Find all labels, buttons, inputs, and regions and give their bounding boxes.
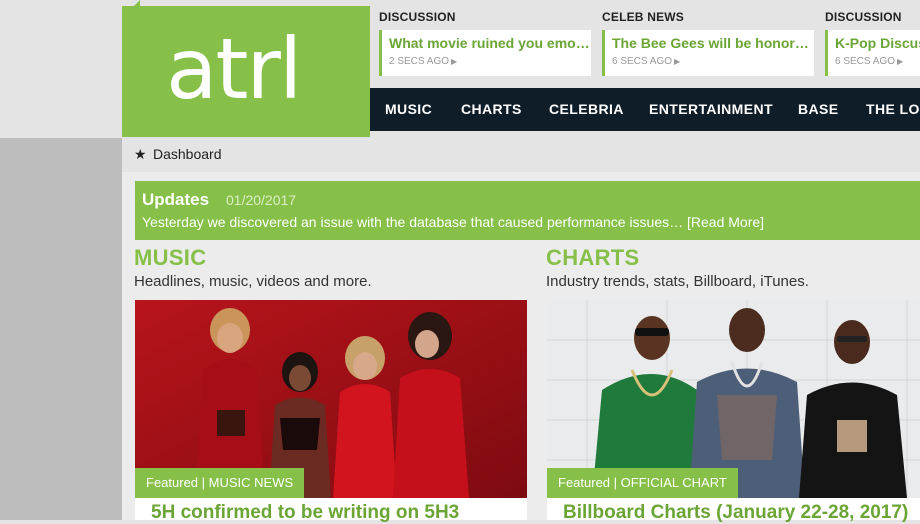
feed-category: DISCUSSION bbox=[825, 10, 902, 24]
feed-title[interactable]: The Bee Gees will be honor… bbox=[612, 35, 814, 51]
updates-title: Updates bbox=[142, 190, 210, 209]
nav-celebria[interactable]: CELEBRIA bbox=[549, 101, 624, 117]
nav-the-lounge[interactable]: THE LOU bbox=[866, 101, 920, 117]
feed-category: DISCUSSION bbox=[379, 10, 456, 24]
nav-charts[interactable]: CHARTS bbox=[461, 101, 522, 117]
site-logo[interactable]: atrl bbox=[122, 6, 370, 137]
breadcrumb: ★ Dashboard bbox=[122, 138, 920, 173]
caret-right-icon: ▶ bbox=[674, 57, 681, 66]
section-subtitle-charts: Industry trends, stats, Billboard, iTune… bbox=[546, 273, 809, 290]
headline-charts[interactable]: Billboard Charts (January 22-28, 2017) bbox=[563, 502, 908, 524]
logo-text: atrl bbox=[166, 20, 302, 118]
feed-card[interactable]: What movie ruined you emo… 2 SECS AGO ▶ bbox=[379, 30, 591, 76]
nav-entertainment[interactable]: ENTERTAINMENT bbox=[649, 101, 773, 117]
feed-card[interactable]: The Bee Gees will be honor… 6 SECS AGO ▶ bbox=[602, 30, 814, 76]
feed-time-label: 6 SECS AGO bbox=[612, 56, 673, 67]
star-icon: ★ bbox=[134, 146, 147, 162]
main-nav: MUSIC CHARTS CELEBRIA ENTERTAINMENT BASE… bbox=[370, 88, 920, 131]
section-title-music[interactable]: MUSIC bbox=[134, 245, 206, 271]
feed-time: 6 SECS AGO ▶ bbox=[612, 56, 814, 67]
feed-time-label: 2 SECS AGO bbox=[389, 56, 450, 67]
featured-tag-charts[interactable]: Featured | OFFICIAL CHART bbox=[547, 468, 738, 498]
nav-music[interactable]: MUSIC bbox=[385, 101, 432, 117]
caret-right-icon: ▶ bbox=[897, 57, 904, 66]
updates-text[interactable]: Yesterday we discovered an issue with th… bbox=[142, 214, 764, 230]
updates-banner: Updates 01/20/2017 Yesterday we discover… bbox=[135, 181, 920, 240]
feed-category: CELEB NEWS bbox=[602, 10, 685, 24]
updates-date: 01/20/2017 bbox=[226, 192, 297, 208]
feed-time: 6 SECS AGO ▶ bbox=[835, 56, 920, 67]
feed-time: 2 SECS AGO ▶ bbox=[389, 56, 591, 67]
feed-title[interactable]: What movie ruined you emo… bbox=[389, 35, 591, 51]
section-subtitle-music: Headlines, music, videos and more. bbox=[134, 273, 372, 290]
feed-item[interactable]: CELEB NEWS The Bee Gees will be honor… 6… bbox=[602, 10, 816, 80]
feed-item[interactable]: DISCUSSION K-Pop Discus 6 SECS AGO ▶ bbox=[825, 10, 920, 80]
feed-card[interactable]: K-Pop Discus 6 SECS AGO ▶ bbox=[825, 30, 920, 76]
nav-base[interactable]: BASE bbox=[798, 101, 839, 117]
caret-right-icon: ▶ bbox=[451, 57, 458, 66]
feed-time-label: 6 SECS AGO bbox=[835, 56, 896, 67]
left-gutter bbox=[0, 138, 122, 520]
section-title-charts[interactable]: CHARTS bbox=[546, 245, 639, 271]
breadcrumb-dashboard[interactable]: Dashboard bbox=[153, 146, 222, 162]
feed-item[interactable]: DISCUSSION What movie ruined you emo… 2 … bbox=[379, 10, 593, 80]
feed-title[interactable]: K-Pop Discus bbox=[835, 35, 920, 51]
headline-music[interactable]: 5H confirmed to be writing on 5H3 bbox=[151, 502, 459, 524]
featured-tag-music[interactable]: Featured | MUSIC NEWS bbox=[135, 468, 305, 498]
